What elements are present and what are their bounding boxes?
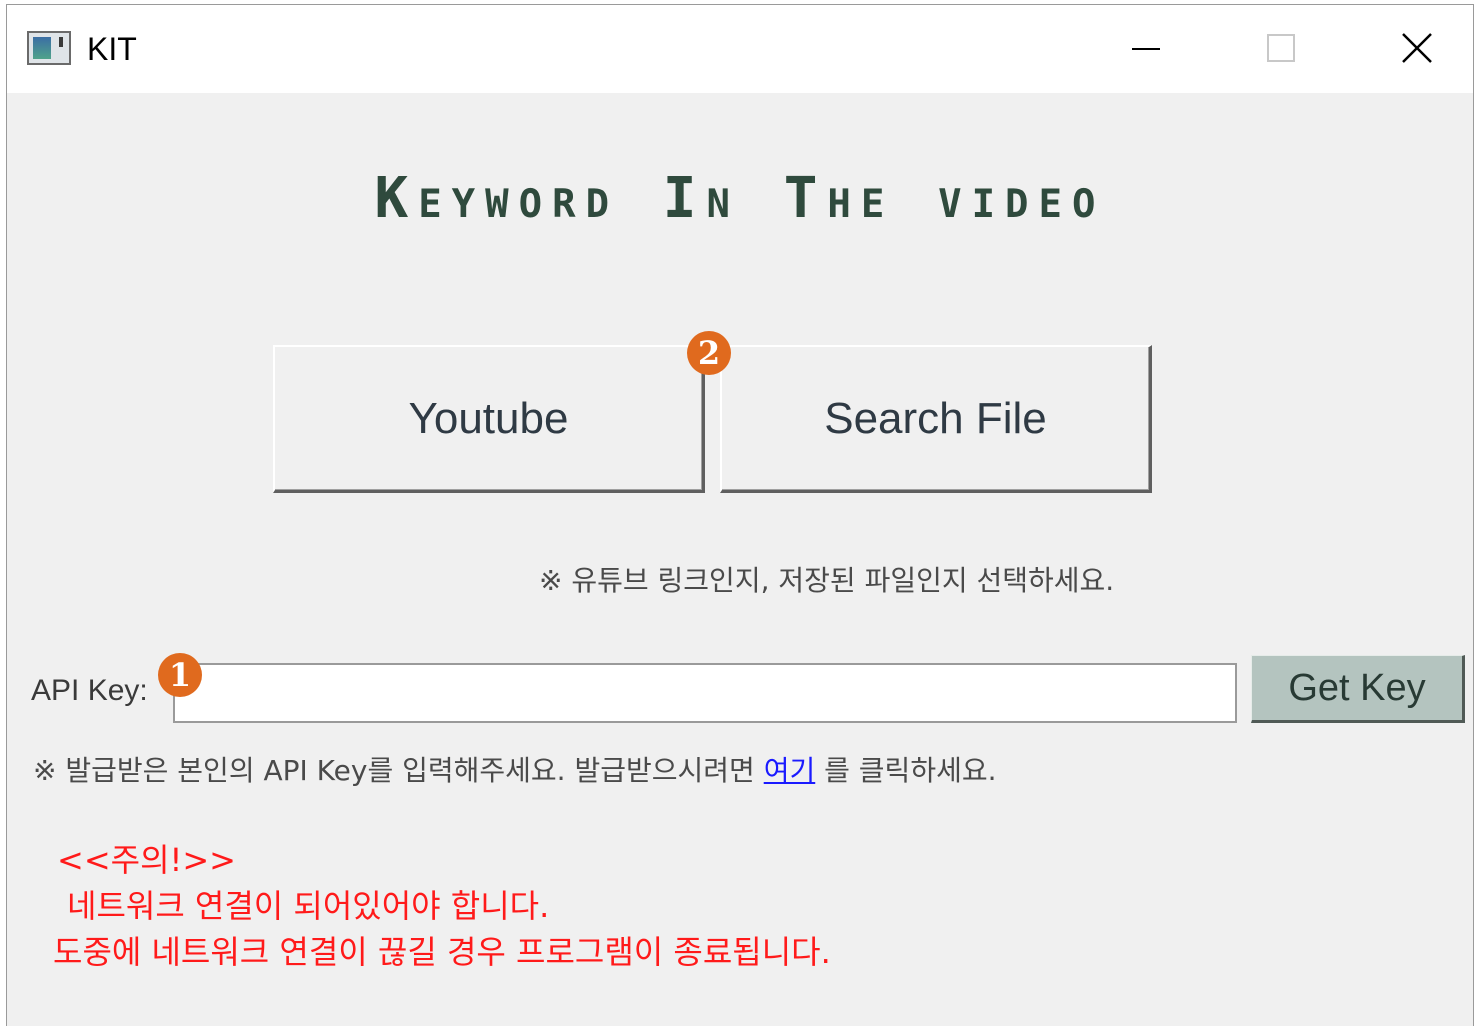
warning-line-2: 도중에 네트워크 연결이 끊길 경우 프로그램이 종료됩니다.	[53, 933, 831, 971]
maximize-icon	[1267, 34, 1295, 62]
network-warning: <<주의!>> 네트워크 연결이 되어있어야 합니다. 도중에 네트워크 연결이…	[53, 837, 831, 975]
api-key-input[interactable]	[173, 663, 1237, 723]
minimize-button[interactable]	[1079, 5, 1213, 93]
minimize-icon	[1132, 48, 1160, 50]
app-window-icon	[27, 31, 71, 65]
window-title: KIT	[87, 31, 137, 67]
maximize-button[interactable]	[1213, 5, 1347, 93]
app-window: KIT Keyword In The video Youtube Search …	[6, 4, 1474, 1026]
get-key-button[interactable]: Get Key	[1251, 655, 1465, 723]
warning-title: <<주의!>>	[57, 841, 236, 879]
api-key-label: API Key:	[31, 674, 148, 707]
api-key-link[interactable]: 여기	[764, 754, 816, 787]
close-button[interactable]	[1347, 5, 1476, 93]
app-heading: Keyword In The video	[374, 166, 1106, 231]
youtube-button[interactable]: Youtube	[273, 345, 705, 493]
api-key-hint-prefix: ※ 발급받은 본인의 API Key를 입력해주세요. 발급받으시려면	[33, 754, 755, 787]
api-key-hint-suffix: 를 클릭하세요.	[824, 754, 997, 787]
step-badge-2: 2	[687, 331, 731, 375]
search-file-button[interactable]: Search File	[720, 345, 1152, 493]
step-badge-1: 1	[158, 653, 202, 697]
warning-line-1: 네트워크 연결이 되어있어야 합니다.	[67, 887, 550, 925]
api-key-hint: ※ 발급받은 본인의 API Key를 입력해주세요. 발급받으시려면 여기 를…	[33, 751, 997, 791]
source-select-hint: ※ 유튜브 링크인지, 저장된 파일인지 선택하세요.	[539, 564, 1115, 597]
title-bar[interactable]: KIT	[7, 5, 1473, 93]
close-icon	[1402, 33, 1432, 63]
